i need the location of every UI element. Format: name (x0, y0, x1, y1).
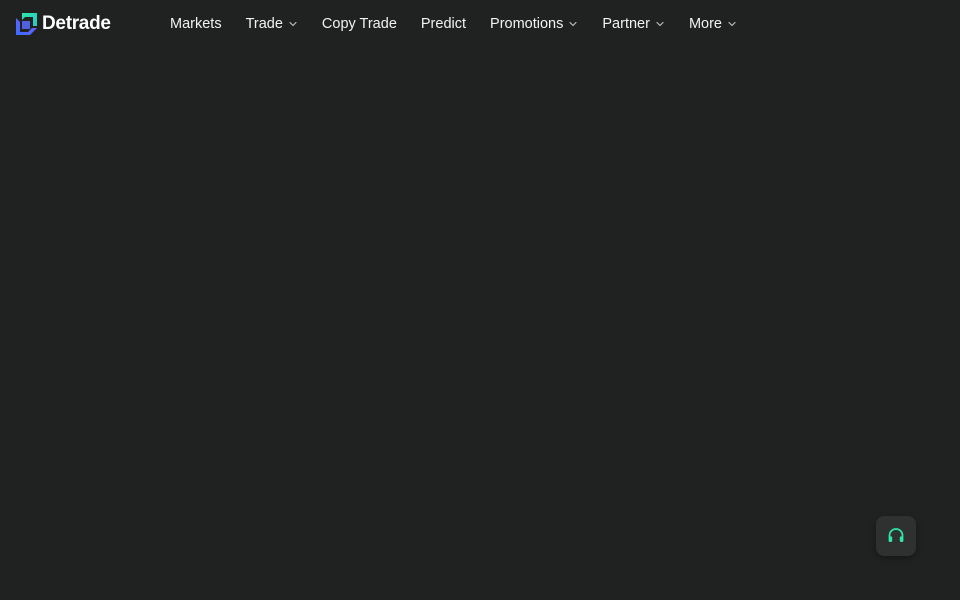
nav-item-trade[interactable]: Trade (246, 0, 298, 48)
nav-label: Markets (170, 16, 222, 32)
nav-item-predict[interactable]: Predict (421, 0, 466, 48)
nav-label: Promotions (490, 16, 564, 32)
detrade-logo-icon (16, 13, 37, 35)
nav-label: Predict (420, 16, 467, 32)
nav-item-markets[interactable]: Markets (170, 0, 222, 48)
nav-label: Partner (602, 16, 650, 32)
nav-item-partner[interactable]: Partner (602, 0, 665, 48)
chevron-down-icon (728, 21, 736, 27)
chevron-down-icon (289, 21, 297, 27)
top-navigation-bar: Detrade Markets Trade Copy Trade Predict… (0, 0, 960, 48)
nav-label: More (688, 16, 722, 32)
customer-support-button[interactable] (876, 516, 916, 556)
nav-label: Trade (245, 16, 283, 32)
nav-label: Copy Trade (321, 16, 397, 32)
main-nav: Markets Trade Copy Trade Predict Promoti… (170, 0, 761, 48)
headset-icon (888, 528, 904, 542)
chevron-down-icon (569, 21, 577, 27)
brand-name: Detrade (42, 13, 111, 34)
nav-item-more[interactable]: More (689, 0, 737, 48)
nav-item-copy-trade[interactable]: Copy Trade (322, 0, 397, 48)
chevron-down-icon (656, 21, 664, 27)
nav-item-promotions[interactable]: Promotions (490, 0, 578, 48)
page: Detrade Markets Trade Copy Trade Predict… (0, 0, 960, 600)
brand-home-link[interactable]: Detrade (16, 13, 111, 35)
